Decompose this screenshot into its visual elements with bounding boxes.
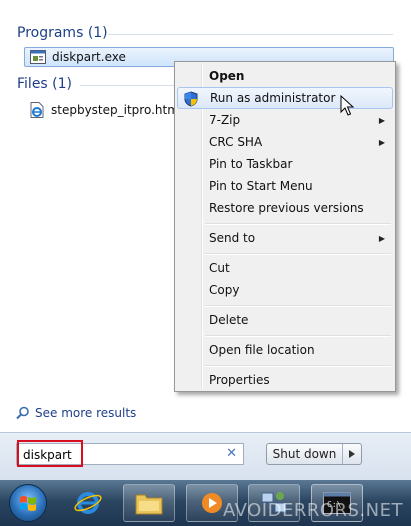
menu-item-restore-previous-versions[interactable]: Restore previous versions (177, 197, 393, 219)
internet-explorer-icon (74, 492, 102, 514)
see-more-results-link[interactable]: See more results (16, 406, 136, 420)
menu-separator (205, 365, 391, 367)
menu-item-cut[interactable]: Cut (177, 257, 393, 279)
ie-document-icon (30, 102, 44, 118)
menu-separator (205, 253, 391, 255)
windows-orb-icon[interactable] (9, 484, 47, 522)
menu-item-pin-to-taskbar[interactable]: Pin to Taskbar (177, 153, 393, 175)
shutdown-label: Shut down (267, 444, 343, 464)
menu-item-7-zip[interactable]: 7-Zip ▶ (177, 109, 393, 131)
menu-item-pin-to-start-menu[interactable]: Pin to Start Menu (177, 175, 393, 197)
watermark-text: AVOIDERRORS.NET (222, 500, 403, 521)
file-explorer-icon (135, 494, 163, 515)
menu-item-send-to[interactable]: Send to ▶ (177, 227, 393, 249)
files-group-divider (80, 85, 175, 86)
triangle-right-icon (349, 450, 355, 458)
menu-item-open-file-location[interactable]: Open file location (177, 339, 393, 361)
shutdown-options-button[interactable] (343, 444, 361, 464)
menu-separator (205, 335, 391, 337)
submenu-arrow-icon: ▶ (378, 115, 385, 125)
menu-item-crc-sha[interactable]: CRC SHA ▶ (177, 131, 393, 153)
menu-item-copy[interactable]: Copy (177, 279, 393, 301)
result-label: stepbystep_itpro.htm (51, 103, 179, 117)
result-stepbystep[interactable]: stepbystep_itpro.htm (24, 100, 179, 120)
taskbar-explorer-button[interactable] (123, 484, 175, 522)
programs-group-divider (108, 34, 393, 35)
search-highlight-annotation (17, 440, 83, 467)
result-label: diskpart.exe (52, 50, 126, 64)
menu-item-open[interactable]: Open (177, 65, 393, 87)
console-app-icon (30, 50, 46, 64)
magnifier-icon (16, 406, 29, 420)
menu-separator (205, 223, 391, 225)
shutdown-button[interactable]: Shut down (266, 443, 362, 465)
files-group-title: Files (1) (17, 76, 73, 92)
context-menu: Open Run as administrator 7-Zip ▶ CRC SH… (174, 61, 396, 392)
mouse-pointer-icon (340, 95, 354, 116)
menu-separator (205, 305, 391, 307)
media-player-icon (202, 493, 222, 513)
submenu-arrow-icon: ▶ (378, 233, 385, 243)
close-x-icon[interactable]: ✕ (226, 446, 237, 461)
menu-item-run-as-administrator[interactable]: Run as administrator (177, 87, 393, 109)
taskbar-ie-button[interactable] (62, 484, 114, 522)
see-more-label: See more results (35, 406, 137, 420)
menu-item-properties[interactable]: Properties (177, 369, 393, 391)
menu-item-delete[interactable]: Delete (177, 309, 393, 331)
submenu-arrow-icon: ▶ (378, 137, 385, 147)
programs-group-title: Programs (1) (17, 25, 108, 41)
uac-shield-icon (184, 91, 198, 107)
